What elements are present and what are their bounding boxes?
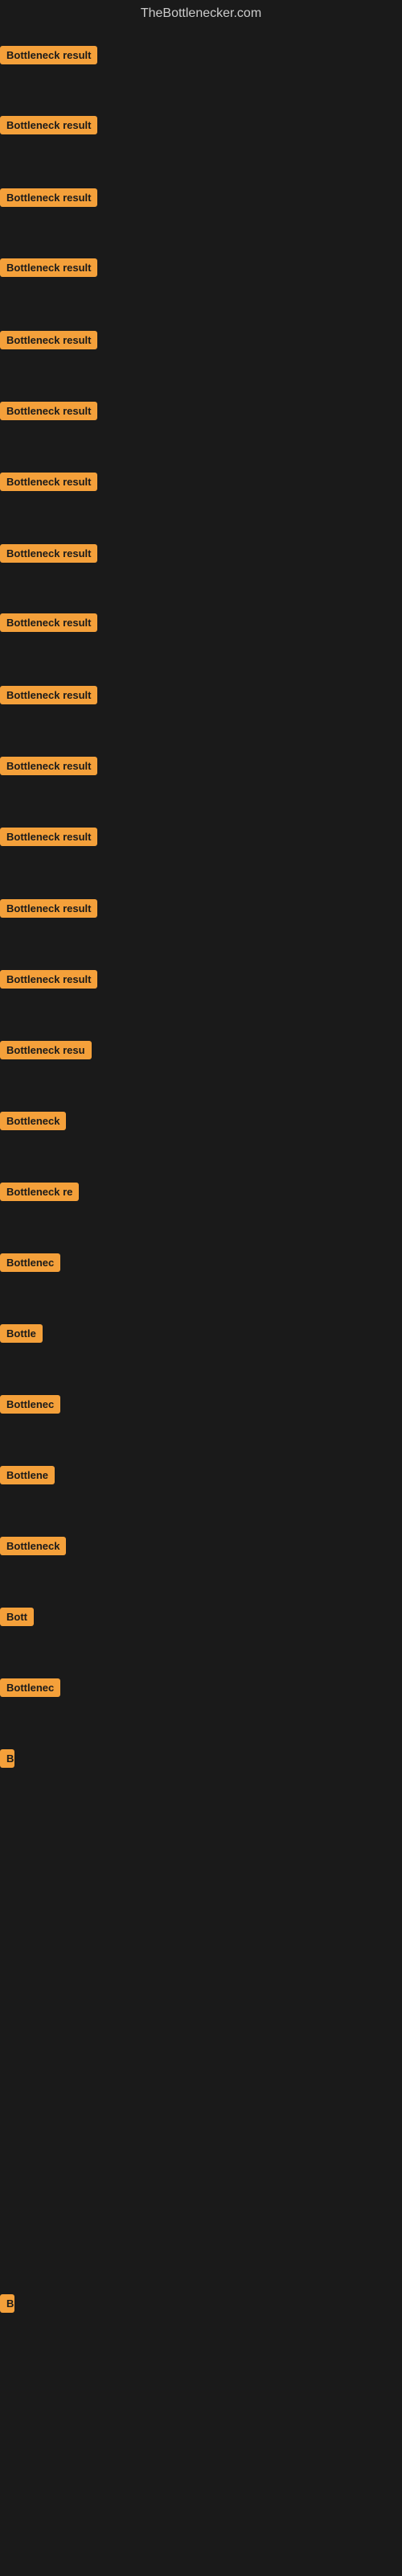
bottleneck-result-item: Bottleneck result: [0, 331, 97, 353]
bottleneck-result-item: Bottlene: [0, 1466, 55, 1488]
bottleneck-badge: Bottleneck result: [0, 686, 97, 704]
bottleneck-result-item: B: [0, 2294, 14, 2317]
bottleneck-result-item: Bottleneck result: [0, 46, 97, 68]
bottleneck-badge: Bottleneck result: [0, 899, 97, 918]
bottleneck-badge: Bottleneck result: [0, 544, 97, 563]
bottleneck-result-item: Bottleneck: [0, 1537, 66, 1559]
bottleneck-badge: B: [0, 1749, 14, 1768]
bottleneck-badge: Bottleneck re: [0, 1183, 79, 1201]
bottleneck-result-item: Bottleneck result: [0, 970, 97, 993]
bottleneck-result-item: Bottleneck result: [0, 757, 97, 779]
bottleneck-badge: Bottleneck result: [0, 828, 97, 846]
bottleneck-badge: Bottleneck result: [0, 473, 97, 491]
bottleneck-result-item: Bottleneck re: [0, 1183, 79, 1205]
bottleneck-result-item: Bottlenec: [0, 1395, 60, 1418]
bottleneck-result-item: Bottleneck result: [0, 686, 97, 708]
bottleneck-result-item: Bott: [0, 1608, 34, 1630]
bottleneck-badge: Bottleneck result: [0, 188, 97, 207]
bottleneck-badge: Bottlenec: [0, 1395, 60, 1414]
bottleneck-badge: Bottleneck: [0, 1537, 66, 1555]
bottleneck-badge: Bott: [0, 1608, 34, 1626]
bottleneck-badge: Bottlenec: [0, 1253, 60, 1272]
bottleneck-badge: Bottleneck result: [0, 46, 97, 64]
bottleneck-result-item: Bottle: [0, 1324, 43, 1347]
bottleneck-badge: Bottleneck result: [0, 258, 97, 277]
bottleneck-result-item: Bottlenec: [0, 1253, 60, 1276]
bottleneck-result-item: Bottlenec: [0, 1678, 60, 1701]
bottleneck-result-item: Bottleneck result: [0, 828, 97, 850]
bottleneck-badge: Bottleneck: [0, 1112, 66, 1130]
bottleneck-result-item: Bottleneck result: [0, 899, 97, 922]
bottleneck-badge: Bottleneck result: [0, 970, 97, 989]
bottleneck-result-item: Bottleneck result: [0, 258, 97, 281]
bottleneck-result-item: Bottleneck result: [0, 613, 97, 636]
bottleneck-badge: Bottleneck result: [0, 331, 97, 349]
bottleneck-result-item: Bottleneck result: [0, 402, 97, 424]
bottleneck-badge: Bottleneck resu: [0, 1041, 92, 1059]
site-title: TheBottlenecker.com: [0, 0, 402, 27]
bottleneck-badge: B: [0, 2294, 14, 2313]
bottleneck-badge: Bottleneck result: [0, 757, 97, 775]
bottleneck-badge: Bottlenec: [0, 1678, 60, 1697]
bottleneck-result-item: Bottleneck result: [0, 188, 97, 211]
bottleneck-result-item: B: [0, 1749, 14, 1772]
bottleneck-result-item: Bottleneck result: [0, 544, 97, 567]
bottleneck-badge: Bottleneck result: [0, 116, 97, 134]
bottleneck-result-item: Bottleneck resu: [0, 1041, 92, 1063]
bottleneck-badge: Bottleneck result: [0, 613, 97, 632]
bottleneck-badge: Bottlene: [0, 1466, 55, 1484]
bottleneck-badge: Bottle: [0, 1324, 43, 1343]
bottleneck-badge: Bottleneck result: [0, 402, 97, 420]
bottleneck-result-item: Bottleneck result: [0, 473, 97, 495]
bottleneck-result-item: Bottleneck result: [0, 116, 97, 138]
bottleneck-result-item: Bottleneck: [0, 1112, 66, 1134]
